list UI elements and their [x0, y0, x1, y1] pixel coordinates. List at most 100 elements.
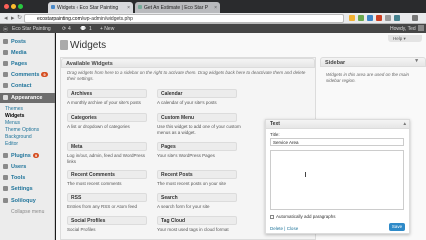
menu-item-plugins[interactable]: Plugins 9: [0, 151, 55, 161]
collapse-menu-link[interactable]: Collapse menu: [11, 209, 44, 215]
avatar[interactable]: [418, 25, 424, 31]
text-widget-editor: Text ▴ Title: Service Area Automatically …: [265, 119, 410, 234]
new-content-button[interactable]: + New: [100, 26, 114, 32]
extension-icon[interactable]: [394, 15, 400, 21]
tab-label: Get An Estimate | Eco Star P: [144, 5, 209, 11]
text-content-textarea[interactable]: [270, 150, 404, 210]
sidebar-widget-area: Sidebar ▾ Widgets in this area are used o…: [320, 57, 426, 97]
widget-description: Social Profiles: [67, 227, 96, 232]
menu-item-comments[interactable]: Comments 9: [0, 70, 55, 80]
howdy-user-link[interactable]: Howdy, Ted: [390, 26, 416, 32]
collapse-arrow-icon[interactable]: ▾: [415, 58, 418, 64]
extension-icon[interactable]: [367, 15, 373, 21]
tab-widgets[interactable]: Widgets ‹ Eco Star Painting ×: [48, 2, 133, 13]
minimize-window-icon[interactable]: [11, 4, 16, 9]
available-widgets-heading[interactable]: Available Widgets: [61, 58, 315, 68]
menu-item-contact[interactable]: Contact: [0, 81, 55, 91]
close-window-icon[interactable]: [4, 4, 9, 9]
widget-pages[interactable]: Pages: [157, 142, 237, 151]
comments-count[interactable]: 1: [89, 26, 92, 32]
widget-recent-posts[interactable]: Recent Posts: [157, 170, 237, 179]
widget-social-profiles[interactable]: Social Profiles: [67, 216, 147, 225]
widget-tag-cloud[interactable]: Tag Cloud: [157, 216, 237, 225]
widget-description: A search form for your site: [157, 204, 210, 209]
available-widgets-description: Drag widgets from here to a sidebar on t…: [67, 70, 306, 81]
widget-calendar[interactable]: Calendar: [157, 89, 237, 98]
auto-paragraphs-option[interactable]: Automatically add paragraphs: [270, 214, 336, 219]
widget-description: Entries from any RSS or Atom feed: [67, 204, 138, 209]
pushpin-icon: [3, 39, 8, 44]
tab-estimate[interactable]: Get An Estimate | Eco Star P ×: [135, 2, 220, 13]
extension-icon[interactable]: [385, 15, 391, 21]
widget-title: Text: [270, 121, 280, 127]
back-arrow-icon[interactable]: ◂: [4, 14, 8, 23]
delete-link[interactable]: Delete: [270, 226, 283, 231]
submenu-widgets[interactable]: Widgets: [5, 113, 24, 119]
menu-item-soliloquy[interactable]: Soliloquy: [0, 196, 55, 206]
submenu-editor[interactable]: Editor: [5, 141, 18, 147]
comments-icon[interactable]: 💬: [80, 26, 86, 32]
menu-item-posts[interactable]: Posts: [0, 37, 55, 47]
menu-item-tools[interactable]: Tools: [0, 173, 55, 183]
sidebar-area-heading[interactable]: Sidebar ▾: [320, 57, 426, 67]
text-cursor: [305, 172, 306, 177]
title-input[interactable]: Service Area: [270, 138, 404, 146]
submenu-menus[interactable]: Menus: [5, 120, 20, 126]
extension-icon[interactable]: [376, 15, 382, 21]
menu-label: Soliloquy: [11, 198, 36, 204]
menu-label: Settings: [11, 186, 33, 192]
sidebar-area-description: Widgets in this area are used on the mai…: [326, 72, 410, 83]
menu-item-pages[interactable]: Pages: [0, 59, 55, 69]
submenu-themes[interactable]: Themes: [5, 106, 23, 112]
help-tab[interactable]: Help ▾: [388, 35, 422, 42]
widget-search[interactable]: Search: [157, 193, 237, 202]
forward-arrow-icon[interactable]: ▸: [11, 14, 15, 23]
widget-description: The most recent posts on your site: [157, 181, 227, 186]
text-widget-header[interactable]: Text ▴: [266, 120, 409, 129]
wp-admin-bar: ⓦ Eco Star Painting ⟳ 4 💬 1 + New Howdy,…: [0, 24, 426, 33]
widget-description: A list or dropdown of categories: [67, 124, 130, 129]
save-button[interactable]: Save: [389, 223, 405, 231]
menu-label: Media: [11, 50, 27, 56]
site-favicon-icon: [138, 5, 142, 9]
menu-icon[interactable]: [412, 15, 418, 21]
widget-description: Use this widget to add one of your custo…: [157, 124, 241, 135]
menu-item-media[interactable]: Media: [0, 48, 55, 58]
menu-label: Plugins: [11, 153, 31, 159]
pages-icon: [3, 61, 8, 66]
extension-icon[interactable]: [358, 15, 364, 21]
comment-bubble-icon: [3, 72, 8, 77]
menu-item-settings[interactable]: Settings: [0, 184, 55, 194]
widget-meta[interactable]: Meta: [67, 142, 147, 151]
address-bar[interactable]: ecostarpainting.com/wp-admin/widgets.php: [24, 14, 344, 23]
media-icon: [3, 50, 8, 55]
site-name-link[interactable]: Eco Star Painting: [12, 26, 51, 32]
auto-paragraphs-label: Automatically add paragraphs: [276, 214, 336, 219]
widget-rss[interactable]: RSS: [67, 193, 147, 202]
zoom-window-icon[interactable]: [18, 4, 23, 9]
paintbrush-icon: [3, 95, 8, 100]
wordpress-logo-icon[interactable]: ⓦ: [3, 26, 8, 33]
updates-count[interactable]: 4: [68, 26, 71, 32]
envelope-icon: [3, 83, 8, 88]
widget-recent-comments[interactable]: Recent Comments: [67, 170, 147, 179]
menu-item-users[interactable]: Users: [0, 162, 55, 172]
settings-icon: [3, 186, 8, 191]
reload-icon[interactable]: ↻: [17, 14, 22, 23]
widget-custom-menu[interactable]: Custom Menu: [157, 113, 237, 122]
submenu-theme-options[interactable]: Theme Options: [5, 127, 39, 133]
close-tab-icon[interactable]: ×: [127, 5, 130, 11]
updates-icon[interactable]: ⟳: [62, 26, 66, 32]
bookmark-star-icon[interactable]: [349, 15, 355, 21]
close-tab-icon[interactable]: ×: [214, 5, 217, 11]
widget-categories[interactable]: Categories: [67, 113, 147, 122]
plugins-badge: 9: [32, 153, 40, 158]
widget-archives[interactable]: Archives: [67, 89, 147, 98]
widget-description: Log in/out, admin, feed and WordPress li…: [67, 153, 145, 164]
close-link[interactable]: Close: [287, 226, 299, 231]
submenu-background[interactable]: Background: [5, 134, 32, 140]
menu-item-appearance[interactable]: Appearance: [0, 93, 55, 103]
collapse-arrow-icon[interactable]: ▴: [403, 121, 406, 127]
appearance-icon: [60, 40, 68, 50]
auto-paragraphs-checkbox[interactable]: [270, 214, 274, 219]
